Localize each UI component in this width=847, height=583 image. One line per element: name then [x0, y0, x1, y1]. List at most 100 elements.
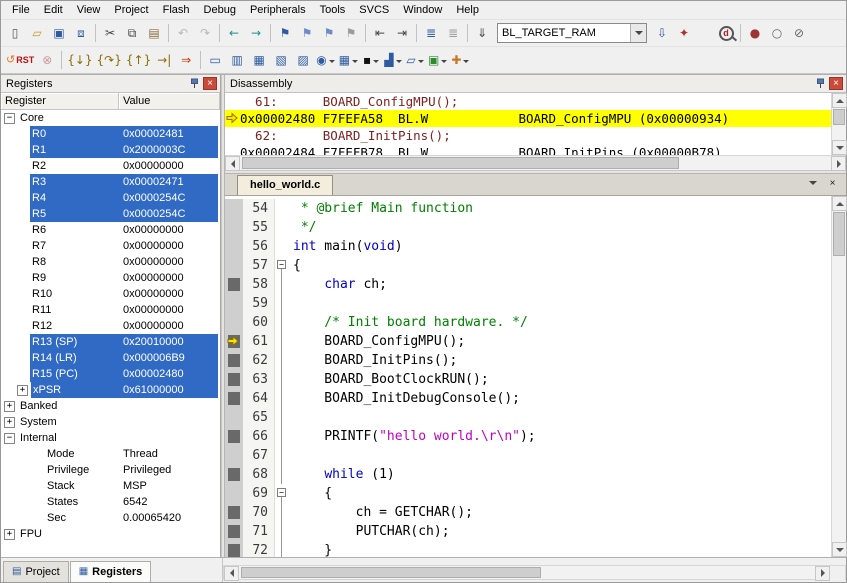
navigate-forward-button[interactable]: → — [245, 22, 267, 44]
fold-margin[interactable] — [275, 313, 289, 332]
reset-cpu-button[interactable]: ↺ RST — [4, 49, 36, 71]
register-row-r9[interactable]: R9 0x00000000 — [1, 270, 220, 286]
breakpoint-margin[interactable] — [225, 351, 243, 370]
registers-window-button[interactable]: ▧ — [270, 49, 292, 71]
editor-vertical-scrollbar[interactable] — [831, 196, 847, 557]
fold-margin[interactable]: − — [275, 256, 289, 275]
register-row-stack[interactable]: Stack MSP — [1, 478, 220, 494]
memory-window-button[interactable]: ▦ — [337, 49, 360, 71]
disassembly-window-button[interactable]: ▥ — [226, 49, 248, 71]
scrollbar-track[interactable] — [832, 108, 846, 140]
breakpoint-margin[interactable] — [225, 522, 243, 541]
fold-margin[interactable] — [275, 541, 289, 557]
toggle-bookmark-button[interactable]: ⚑ — [274, 22, 296, 44]
previous-bookmark-button[interactable]: ⚑ — [296, 22, 318, 44]
register-row-r14-lr[interactable]: R14 (LR) 0x000006B9 — [1, 350, 220, 366]
fold-margin[interactable] — [275, 218, 289, 237]
disable-all-breakpoints-button[interactable]: ○ — [766, 22, 788, 44]
fold-margin[interactable] — [275, 465, 289, 484]
code-text[interactable]: PRINTF("hello world.\r\n"); — [289, 427, 535, 446]
expand-icon[interactable]: + — [4, 400, 15, 412]
registers-panel-titlebar[interactable]: Registers × — [1, 75, 220, 93]
register-row-internal[interactable]: − Internal — [1, 430, 220, 446]
call-stack-window-button[interactable]: ▨ — [292, 49, 314, 71]
disassembly-line[interactable]: 61: BOARD_ConfigMPU(); — [225, 93, 831, 110]
fold-collapse-icon[interactable]: − — [277, 260, 286, 269]
register-row-system[interactable]: + System — [1, 414, 220, 430]
column-header-value[interactable]: Value — [119, 93, 220, 109]
scrollbar-thumb[interactable] — [833, 212, 845, 256]
menu-project[interactable]: Project — [107, 2, 155, 18]
fold-margin[interactable] — [275, 503, 289, 522]
breakpoint-margin[interactable] — [225, 541, 243, 557]
breakpoint-margin[interactable] — [225, 465, 243, 484]
code-text[interactable]: PUTCHAR(ch); — [289, 522, 450, 541]
indent-button[interactable]: ⇥ — [391, 22, 413, 44]
register-row-mode[interactable]: Mode Thread — [1, 446, 220, 462]
breakpoint-margin[interactable] — [225, 275, 243, 294]
fold-collapse-icon[interactable]: − — [277, 488, 286, 497]
clear-bookmarks-button[interactable]: ⚑ — [340, 22, 362, 44]
code-text[interactable]: { — [289, 484, 332, 503]
breakpoint-margin[interactable] — [225, 199, 243, 218]
code-text[interactable]: char ch; — [289, 275, 387, 294]
breakpoint-margin[interactable] — [225, 503, 243, 522]
menu-edit[interactable]: Edit — [37, 2, 70, 18]
serial-window-button[interactable]: ▪ — [360, 49, 382, 71]
code-text[interactable]: BOARD_BootClockRUN(); — [289, 370, 488, 389]
scrollbar-thumb[interactable] — [833, 109, 845, 125]
scrollbar-thumb[interactable] — [241, 566, 541, 578]
bottom-tab-registers[interactable]: ▦ Registers — [69, 561, 152, 582]
scroll-left-icon[interactable] — [224, 565, 239, 581]
fold-margin[interactable] — [275, 199, 289, 218]
register-row-r13-sp[interactable]: R13 (SP) 0x20010000 — [1, 334, 220, 350]
breakpoint-margin[interactable] — [225, 218, 243, 237]
chevron-down-icon[interactable] — [630, 24, 646, 42]
fold-margin[interactable] — [275, 408, 289, 427]
save-button[interactable]: ▣ — [48, 22, 70, 44]
insert-remove-breakpoint-button[interactable]: ● — [744, 22, 766, 44]
analysis-window-button[interactable]: ▟ — [382, 49, 404, 71]
undo-button[interactable]: ↶ — [172, 22, 194, 44]
register-row-xpsr[interactable]: + xPSR 0x61000000 — [1, 382, 220, 398]
register-row-core[interactable]: − Core — [1, 110, 220, 126]
pin-icon[interactable] — [187, 77, 201, 90]
new-file-button[interactable]: ▯ — [4, 22, 26, 44]
outdent-button[interactable]: ⇤ — [369, 22, 391, 44]
menu-help[interactable]: Help — [449, 2, 486, 18]
tab-hello-world-c[interactable]: hello_world.c — [237, 175, 334, 195]
target-select[interactable]: BL_TARGET_RAM — [497, 23, 647, 43]
menu-peripherals[interactable]: Peripherals — [243, 2, 313, 18]
copy-button[interactable]: ⧉ — [121, 22, 143, 44]
register-row-r5[interactable]: R5 0x0000254C — [1, 206, 220, 222]
system-viewer-button[interactable]: ▣ — [426, 49, 449, 71]
next-bookmark-button[interactable]: ⚑ — [318, 22, 340, 44]
code-text[interactable]: { — [289, 256, 301, 275]
code-text[interactable]: } — [289, 541, 332, 557]
scroll-right-icon[interactable] — [815, 565, 830, 581]
fold-margin[interactable] — [275, 370, 289, 389]
scrollbar-track[interactable] — [240, 156, 831, 170]
breakpoint-margin[interactable] — [225, 332, 243, 351]
menu-debug[interactable]: Debug — [197, 2, 243, 18]
breakpoint-margin[interactable] — [225, 427, 243, 446]
breakpoint-margin[interactable] — [225, 484, 243, 503]
expand-icon[interactable]: + — [4, 416, 15, 428]
fold-margin[interactable] — [275, 351, 289, 370]
register-row-r4[interactable]: R4 0x0000254C — [1, 190, 220, 206]
code-text[interactable]: ch = GETCHAR(); — [289, 503, 473, 522]
code-text[interactable]: int main(void) — [289, 237, 403, 256]
disassembly-panel-titlebar[interactable]: Disassembly × — [225, 75, 846, 93]
disassembly-line[interactable]: 62: BOARD_InitPins(); — [225, 127, 831, 144]
disassembly-line[interactable]: 0x00002484 F7FEFB78 BL.W BOARD_InitPins … — [225, 144, 831, 155]
editor-horizontal-scrollbar[interactable] — [223, 564, 846, 581]
register-row-r8[interactable]: R8 0x00000000 — [1, 254, 220, 270]
uncomment-selection-button[interactable]: ≣ — [442, 22, 464, 44]
register-row-banked[interactable]: + Banked — [1, 398, 220, 414]
navigate-back-button[interactable]: ← — [223, 22, 245, 44]
code-text[interactable]: * @brief Main function — [289, 199, 473, 218]
redo-button[interactable]: ↷ — [194, 22, 216, 44]
close-document-icon[interactable]: × — [825, 176, 840, 190]
breakpoint-margin[interactable] — [225, 313, 243, 332]
fold-margin[interactable] — [275, 294, 289, 313]
